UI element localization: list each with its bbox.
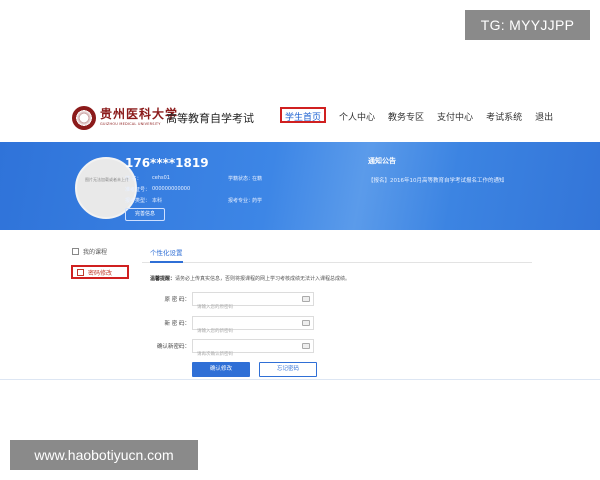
book-icon	[72, 248, 79, 255]
new-password-field	[192, 316, 314, 338]
main-nav: 学生首页 个人中心 教务专区 支付中心 考试系统 退出	[280, 107, 566, 123]
nav-item-exam-system[interactable]: 考试系统	[486, 110, 522, 123]
sidebar-item-label: 密码修改	[88, 270, 113, 277]
nav-item-student-home[interactable]: 学生首页	[280, 107, 327, 123]
footer-divider	[0, 379, 600, 380]
old-password-label: 原 密 码：	[164, 297, 191, 303]
nav-item-personal-center[interactable]: 个人中心	[339, 110, 375, 123]
status-value: 在籍	[252, 176, 263, 182]
confirm-password-label: 确认新密码：	[156, 344, 190, 350]
sidebar-item-label: 我的课程	[83, 249, 108, 256]
user-phone: 176****1819	[125, 156, 209, 170]
notice-item[interactable]: 【报名】2016年10月高等教育自学考试报名工作的通知	[368, 176, 505, 184]
tip-text: 请务必上传真实信息，否则将报课程的网上学习考核成绩无法计入课程总成绩。	[175, 276, 351, 282]
notice-title: 通知公告	[368, 157, 396, 165]
old-password-field	[192, 292, 314, 314]
major-label: 报考专业：	[228, 198, 254, 204]
new-password-label: 新 密 码：	[164, 321, 191, 327]
keyboard-icon[interactable]	[302, 296, 310, 302]
complete-info-button[interactable]: 完善信息	[125, 208, 165, 221]
exam-id-label: 准考证号：	[125, 187, 151, 193]
nav-item-payment-center[interactable]: 支付中心	[437, 110, 473, 123]
sidebar-item-my-courses[interactable]: 我的课程	[72, 246, 107, 260]
avatar-placeholder-text: 图片无法加载或者未上传	[85, 177, 129, 182]
university-seal-icon	[72, 106, 96, 130]
confirm-password-field	[192, 339, 314, 361]
tip-label: 温馨提醒：	[150, 276, 176, 282]
logo-subtext: GUIZHOU MEDICAL UNIVERSITY	[100, 122, 161, 126]
major-value: 药学	[252, 198, 263, 204]
forgot-password-button[interactable]: 忘记密码	[259, 362, 317, 377]
confirm-password-input[interactable]	[193, 348, 298, 361]
watermark-top: TG: MYYJJPP	[465, 10, 590, 40]
warm-reminder: 温馨提醒：请务必上传真实信息，否则将报课程的网上学习考核成绩无法计入课程总成绩。	[150, 275, 350, 282]
name-label: 姓 名：	[125, 176, 142, 182]
exam-type-label: 报考类型：	[125, 198, 151, 204]
exam-type-value: 本科	[152, 198, 163, 204]
tab-divider	[142, 262, 532, 263]
old-password-input[interactable]	[193, 301, 298, 314]
edit-icon	[77, 269, 84, 276]
tab-personal-settings[interactable]: 个性化设置	[150, 247, 183, 263]
confirm-change-button[interactable]: 确认修改	[192, 362, 250, 377]
new-password-input[interactable]	[193, 325, 298, 338]
status-label: 学籍状态：	[228, 176, 254, 182]
name-value: cehs01	[152, 175, 170, 181]
header: 贵州医科大学 GUIZHOU MEDICAL UNIVERSITY 高等教育自学…	[0, 100, 600, 140]
nav-item-academic-affairs[interactable]: 教务专区	[388, 110, 424, 123]
sidebar-item-change-password[interactable]: 密码修改	[71, 265, 129, 279]
nav-item-logout[interactable]: 退出	[535, 110, 553, 123]
exam-id-value: 000000000000	[152, 186, 191, 192]
page: TG: MYYJJPP 贵州医科大学 GUIZHOU MEDICAL UNIVE…	[0, 0, 600, 480]
watermark-bottom: www.haobotiyucn.com	[10, 440, 198, 470]
keyboard-icon[interactable]	[302, 320, 310, 326]
keyboard-icon[interactable]	[302, 343, 310, 349]
site-title: 高等教育自学考试	[166, 112, 254, 125]
